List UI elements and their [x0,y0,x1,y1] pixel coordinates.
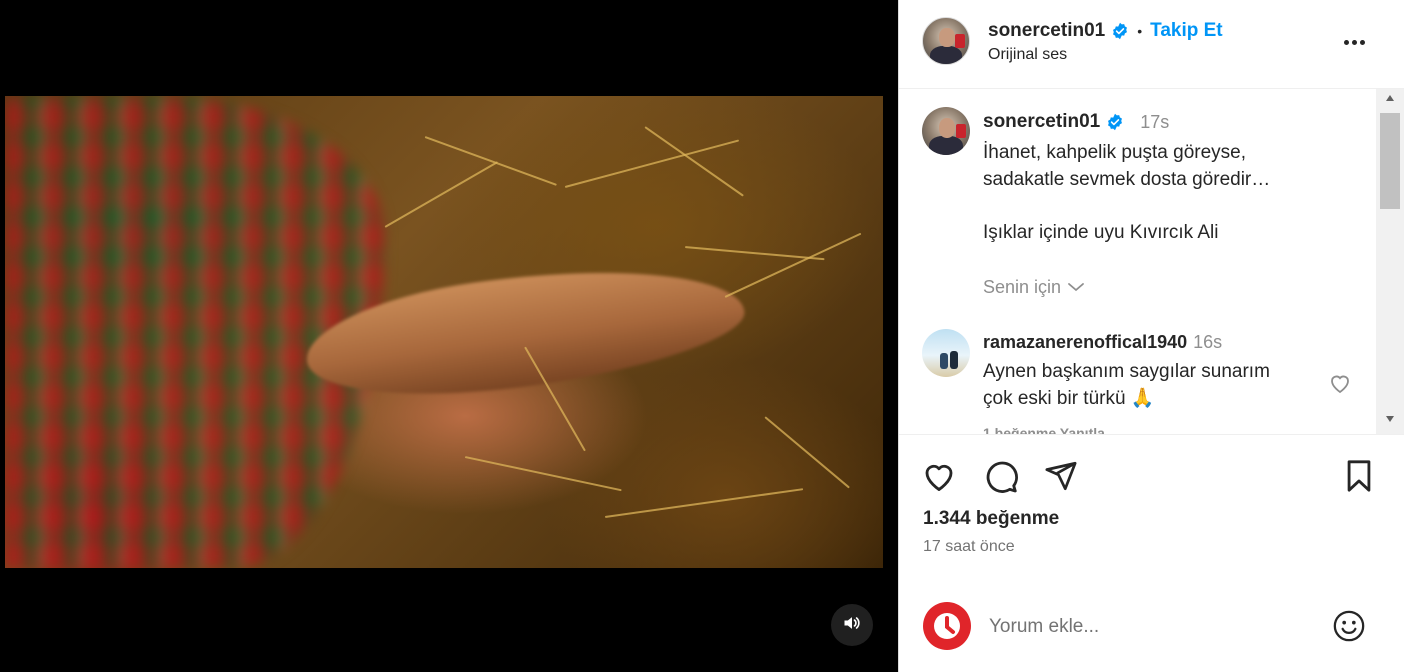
comment-text: Aynen başkanım saygılar sunarım çok eski… [983,358,1313,412]
more-options-icon[interactable] [1339,30,1369,54]
speaker-icon [842,613,862,638]
comment-author-line: ramazanerenoffical1940 16s [983,332,1222,353]
caption-text: İhanet, kahpelik puşta göreyse, sadakatl… [983,139,1363,246]
caption-author-avatar[interactable] [922,107,970,155]
bookmark-icon[interactable] [1339,456,1379,496]
author-username[interactable]: sonercetin01 [988,20,1105,42]
post-viewer: sonercetin01 • Takip Et Orijinal ses son… [0,0,1405,672]
emoji-icon[interactable] [1329,606,1369,646]
heart-icon[interactable] [919,456,959,496]
share-icon[interactable] [1041,456,1081,496]
straw-strand [604,488,804,518]
straw-strand [384,161,499,228]
post-age[interactable]: 17 saat önce [923,538,1015,556]
scrollbar-thumb[interactable] [1380,113,1400,209]
comments-scrollbar[interactable] [1376,89,1404,434]
comment-input[interactable] [989,610,1309,644]
caption-line: sadakatle sevmek dosta göredir… [983,169,1271,190]
verified-badge-icon [1106,113,1124,131]
author-avatar[interactable] [922,17,970,65]
straw-strand [724,232,862,298]
caption-line: Işıklar içinde uyu Kıvırcık Ali [983,222,1219,243]
post-actions [899,440,1404,510]
comment-username[interactable]: ramazanerenoffical1940 [983,332,1187,353]
scroll-up-arrow-icon[interactable] [1376,94,1404,108]
straw-strand [424,136,557,186]
post-media[interactable] [0,0,898,672]
straw-strand [684,246,825,261]
current-user-avatar[interactable] [923,602,971,650]
add-comment-bar [899,582,1404,672]
comment-line: Aynen başkanım saygılar sunarım [983,361,1270,382]
original-audio-link[interactable]: Orijinal ses [988,46,1067,64]
comment-timestamp[interactable]: 16s [1193,332,1222,353]
caption-line: İhanet, kahpelik puşta göreyse, [983,142,1247,163]
like-count[interactable]: 1.344 beğenme [923,508,1059,530]
straw-strand [764,416,850,489]
comment-line: çok eski bir türkü 🙏 [983,388,1155,409]
caption-timestamp[interactable]: 17s [1140,112,1169,133]
author-line: sonercetin01 • Takip Et [988,20,1223,42]
verified-badge-icon [1111,22,1129,40]
comment-icon[interactable] [981,456,1021,496]
chevron-down-icon [1067,277,1085,298]
video-frame[interactable] [5,96,883,568]
mute-toggle-button[interactable] [831,604,873,646]
post-side-panel: sonercetin01 • Takip Et Orijinal ses son… [898,0,1405,672]
post-header: sonercetin01 • Takip Et Orijinal ses [899,0,1404,89]
commenter-avatar[interactable] [922,329,970,377]
comments-section[interactable]: sonercetin01 17s İhanet, kahpelik puşta … [899,89,1404,435]
caption-username[interactable]: sonercetin01 [983,111,1100,133]
scroll-down-arrow-icon[interactable] [1376,415,1404,429]
for-you-label: Senin için [983,277,1062,297]
separator-dot: • [1137,23,1143,39]
comment-like-icon[interactable] [1328,372,1352,399]
follow-button[interactable]: Takip Et [1150,20,1223,42]
straw-strand [564,139,740,188]
straw-strand [464,456,622,492]
caption-author-line: sonercetin01 17s [983,111,1169,133]
for-you-toggle[interactable]: Senin için [983,277,1085,298]
comment-meta[interactable]: 1 beğenme Yanıtla [983,425,1105,434]
